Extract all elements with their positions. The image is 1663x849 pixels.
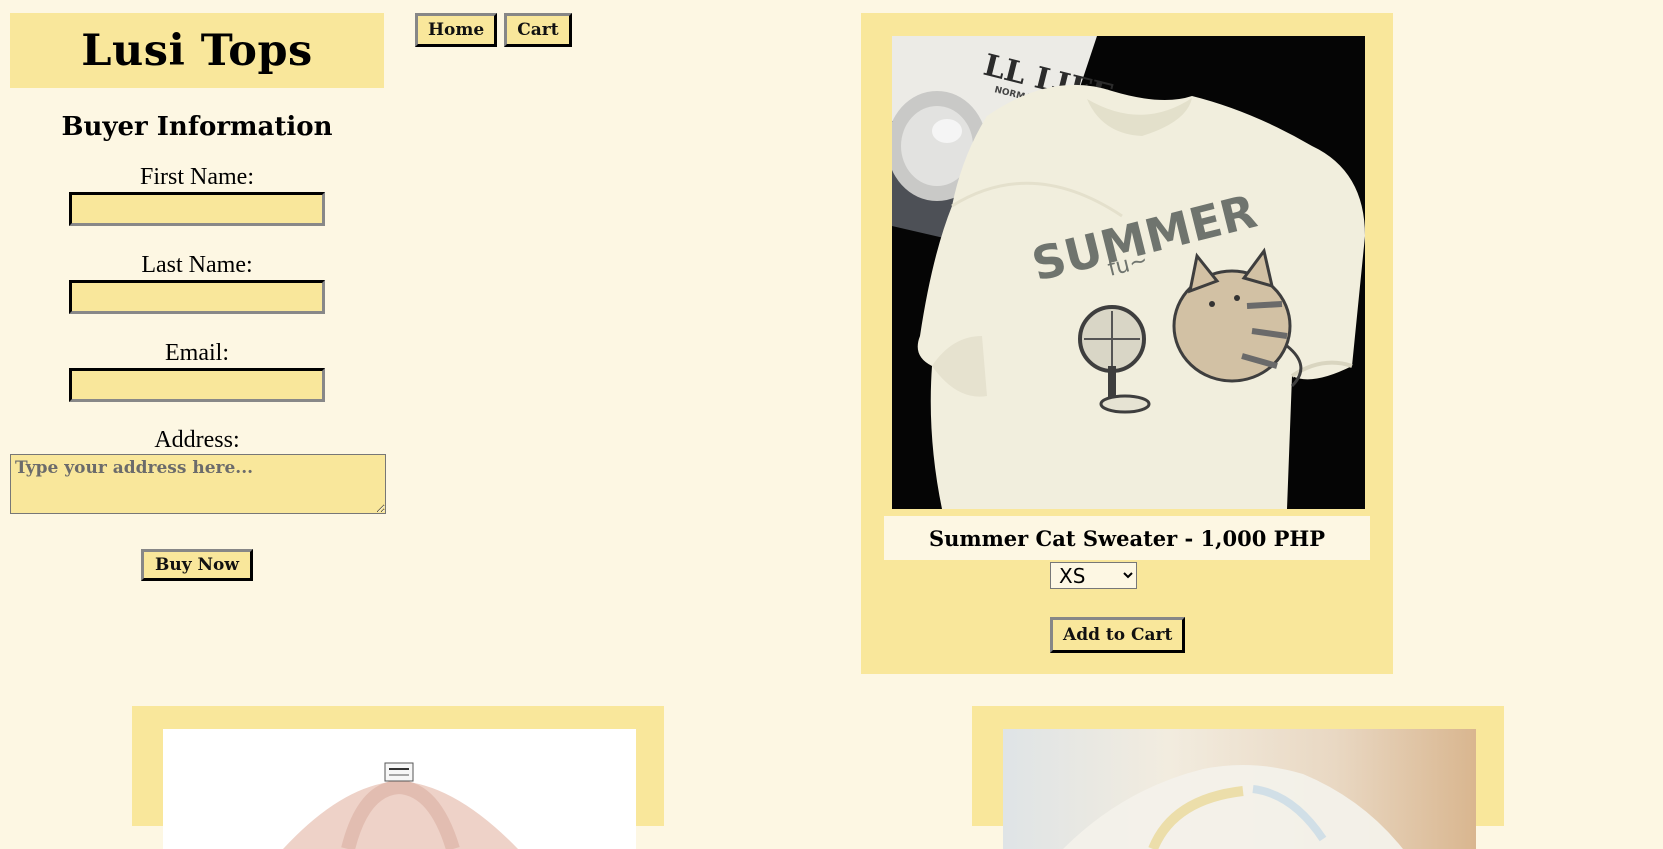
summer-cat-shirt-image: LL LIFE NORMAL PEOPLE SUMMER fu~ (892, 36, 1365, 509)
home-button[interactable]: Home (415, 13, 498, 47)
last-name-label: Last Name: (141, 252, 253, 278)
address-field[interactable] (10, 454, 386, 514)
address-label: Address: (154, 427, 240, 453)
product-card: LL LIFE NORMAL PEOPLE SUMMER fu~ (861, 13, 1393, 674)
pastel-shirt-image (1003, 729, 1476, 849)
add-to-cart-button[interactable]: Add to Cart (1050, 617, 1186, 653)
last-name-field[interactable] (69, 280, 325, 314)
product-card-3 (972, 706, 1504, 849)
product-caption: Summer Cat Sweater - 1,000 PHP (884, 516, 1370, 560)
pink-sweater-image (163, 729, 636, 849)
buy-now-button[interactable]: Buy Now (140, 549, 254, 581)
product-card-2 (132, 706, 664, 849)
product-image-2[interactable] (163, 729, 636, 849)
brand-header: Lusi Tops (10, 13, 384, 88)
email-label: Email: (165, 340, 229, 366)
first-name-label: First Name: (140, 164, 254, 190)
buyer-form: Buyer Information First Name: Last Name:… (10, 112, 386, 581)
buyer-heading: Buyer Information (61, 112, 333, 142)
product-image[interactable]: LL LIFE NORMAL PEOPLE SUMMER fu~ (892, 36, 1365, 509)
top-nav: Home Cart (415, 13, 572, 47)
size-select[interactable]: XS (1050, 562, 1137, 589)
first-name-field[interactable] (69, 192, 325, 226)
email-field[interactable] (69, 368, 325, 402)
site-title: Lusi Tops (81, 25, 313, 76)
cart-button[interactable]: Cart (504, 13, 572, 47)
product-image-3[interactable] (1003, 729, 1476, 849)
